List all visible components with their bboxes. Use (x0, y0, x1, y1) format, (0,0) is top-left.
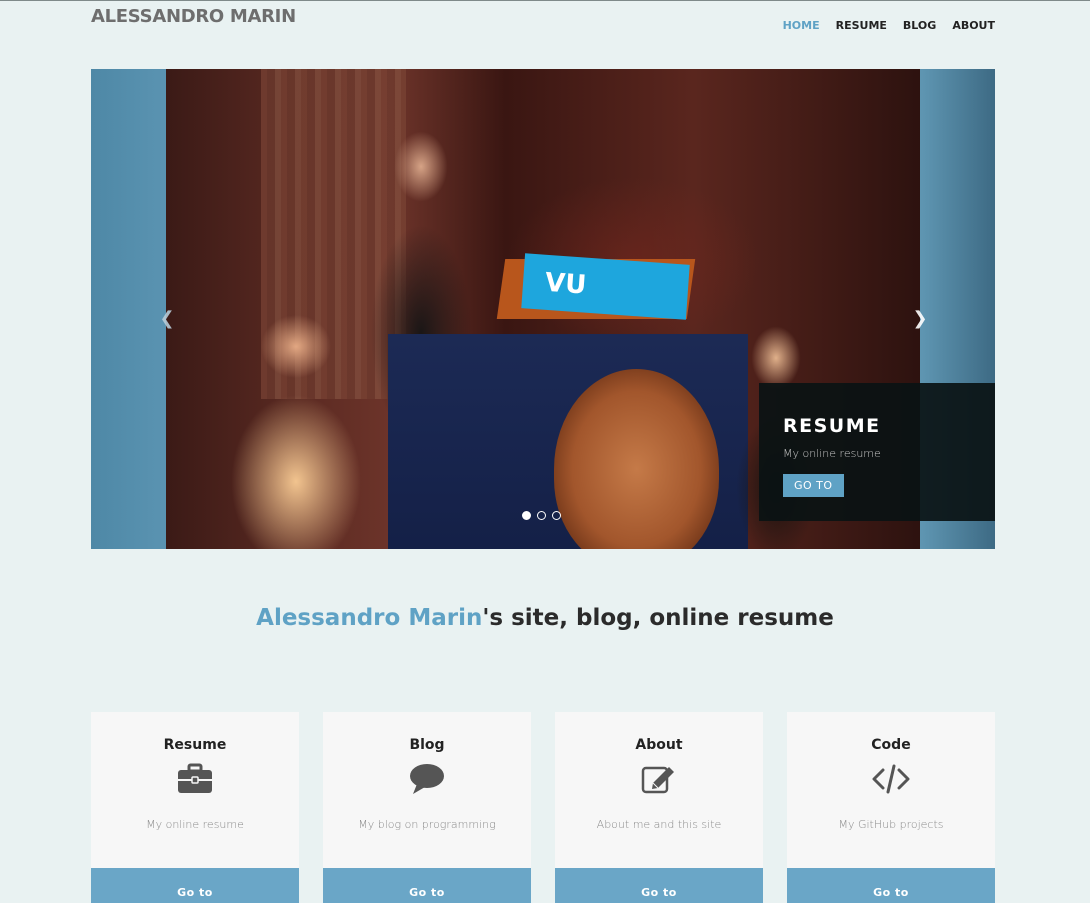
carousel-indicator[interactable] (537, 511, 546, 520)
carousel-indicators (522, 511, 561, 520)
caption-subtitle: My online resume (783, 447, 881, 460)
card-description: My blog on programming (358, 818, 496, 831)
card-code: Code My GitHub projects Go to (787, 712, 995, 903)
speech-bubble-icon (323, 763, 531, 799)
main-nav: HOME RESUME BLOG ABOUT (783, 19, 995, 32)
carousel-indicator[interactable] (552, 511, 561, 520)
hero-carousel: VU ❮ ❯ RESUME My online resume GO TO (91, 69, 995, 549)
nav-blog[interactable]: BLOG (903, 19, 936, 32)
edit-icon (555, 763, 763, 799)
code-icon (787, 763, 995, 799)
card-title: Blog (409, 737, 445, 753)
caption-goto-button[interactable]: GO TO (783, 474, 844, 497)
caption-title: RESUME (783, 415, 881, 437)
nav-home[interactable]: HOME (783, 19, 820, 32)
carousel-prev-button[interactable]: ❮ (157, 309, 177, 329)
briefcase-icon (91, 763, 299, 799)
card-goto-button[interactable]: Go to (555, 868, 763, 903)
card-goto-button[interactable]: Go to (323, 868, 531, 903)
nav-about[interactable]: ABOUT (952, 19, 995, 32)
site-brand[interactable]: ALESSANDRO MARIN (91, 6, 296, 27)
card-description: My online resume (146, 818, 244, 831)
card-description: My GitHub projects (838, 818, 944, 831)
tagline-name: Alessandro Marin (256, 605, 483, 631)
card-blog: Blog My blog on programming Go to (323, 712, 531, 903)
card-title: Code (871, 737, 911, 753)
card-title: About (635, 737, 683, 753)
tagline-rest: 's site, blog, online resume (482, 605, 834, 631)
card-description: About me and this site (596, 818, 722, 831)
card-about: About About me and this site Go to (555, 712, 763, 903)
photo-podium-sign: VU (521, 253, 690, 320)
photo-person-left (206, 279, 386, 549)
carousel-caption: RESUME My online resume GO TO (759, 383, 995, 521)
page-tagline: Alessandro Marin's site, blog, online re… (0, 605, 1090, 631)
card-title: Resume (163, 737, 227, 753)
chevron-right-icon: ❯ (912, 308, 928, 329)
card-resume: Resume My online resume Go to (91, 712, 299, 903)
carousel-indicator[interactable] (522, 511, 531, 520)
card-goto-button[interactable]: Go to (787, 868, 995, 903)
nav-resume[interactable]: RESUME (836, 19, 887, 32)
chevron-left-icon: ❮ (159, 308, 175, 329)
carousel-next-button[interactable]: ❯ (910, 309, 930, 329)
feature-cards: Resume My online resume Go to Blog My bl… (91, 712, 995, 903)
podium-sign-text: VU (544, 267, 588, 301)
card-goto-button[interactable]: Go to (91, 868, 299, 903)
